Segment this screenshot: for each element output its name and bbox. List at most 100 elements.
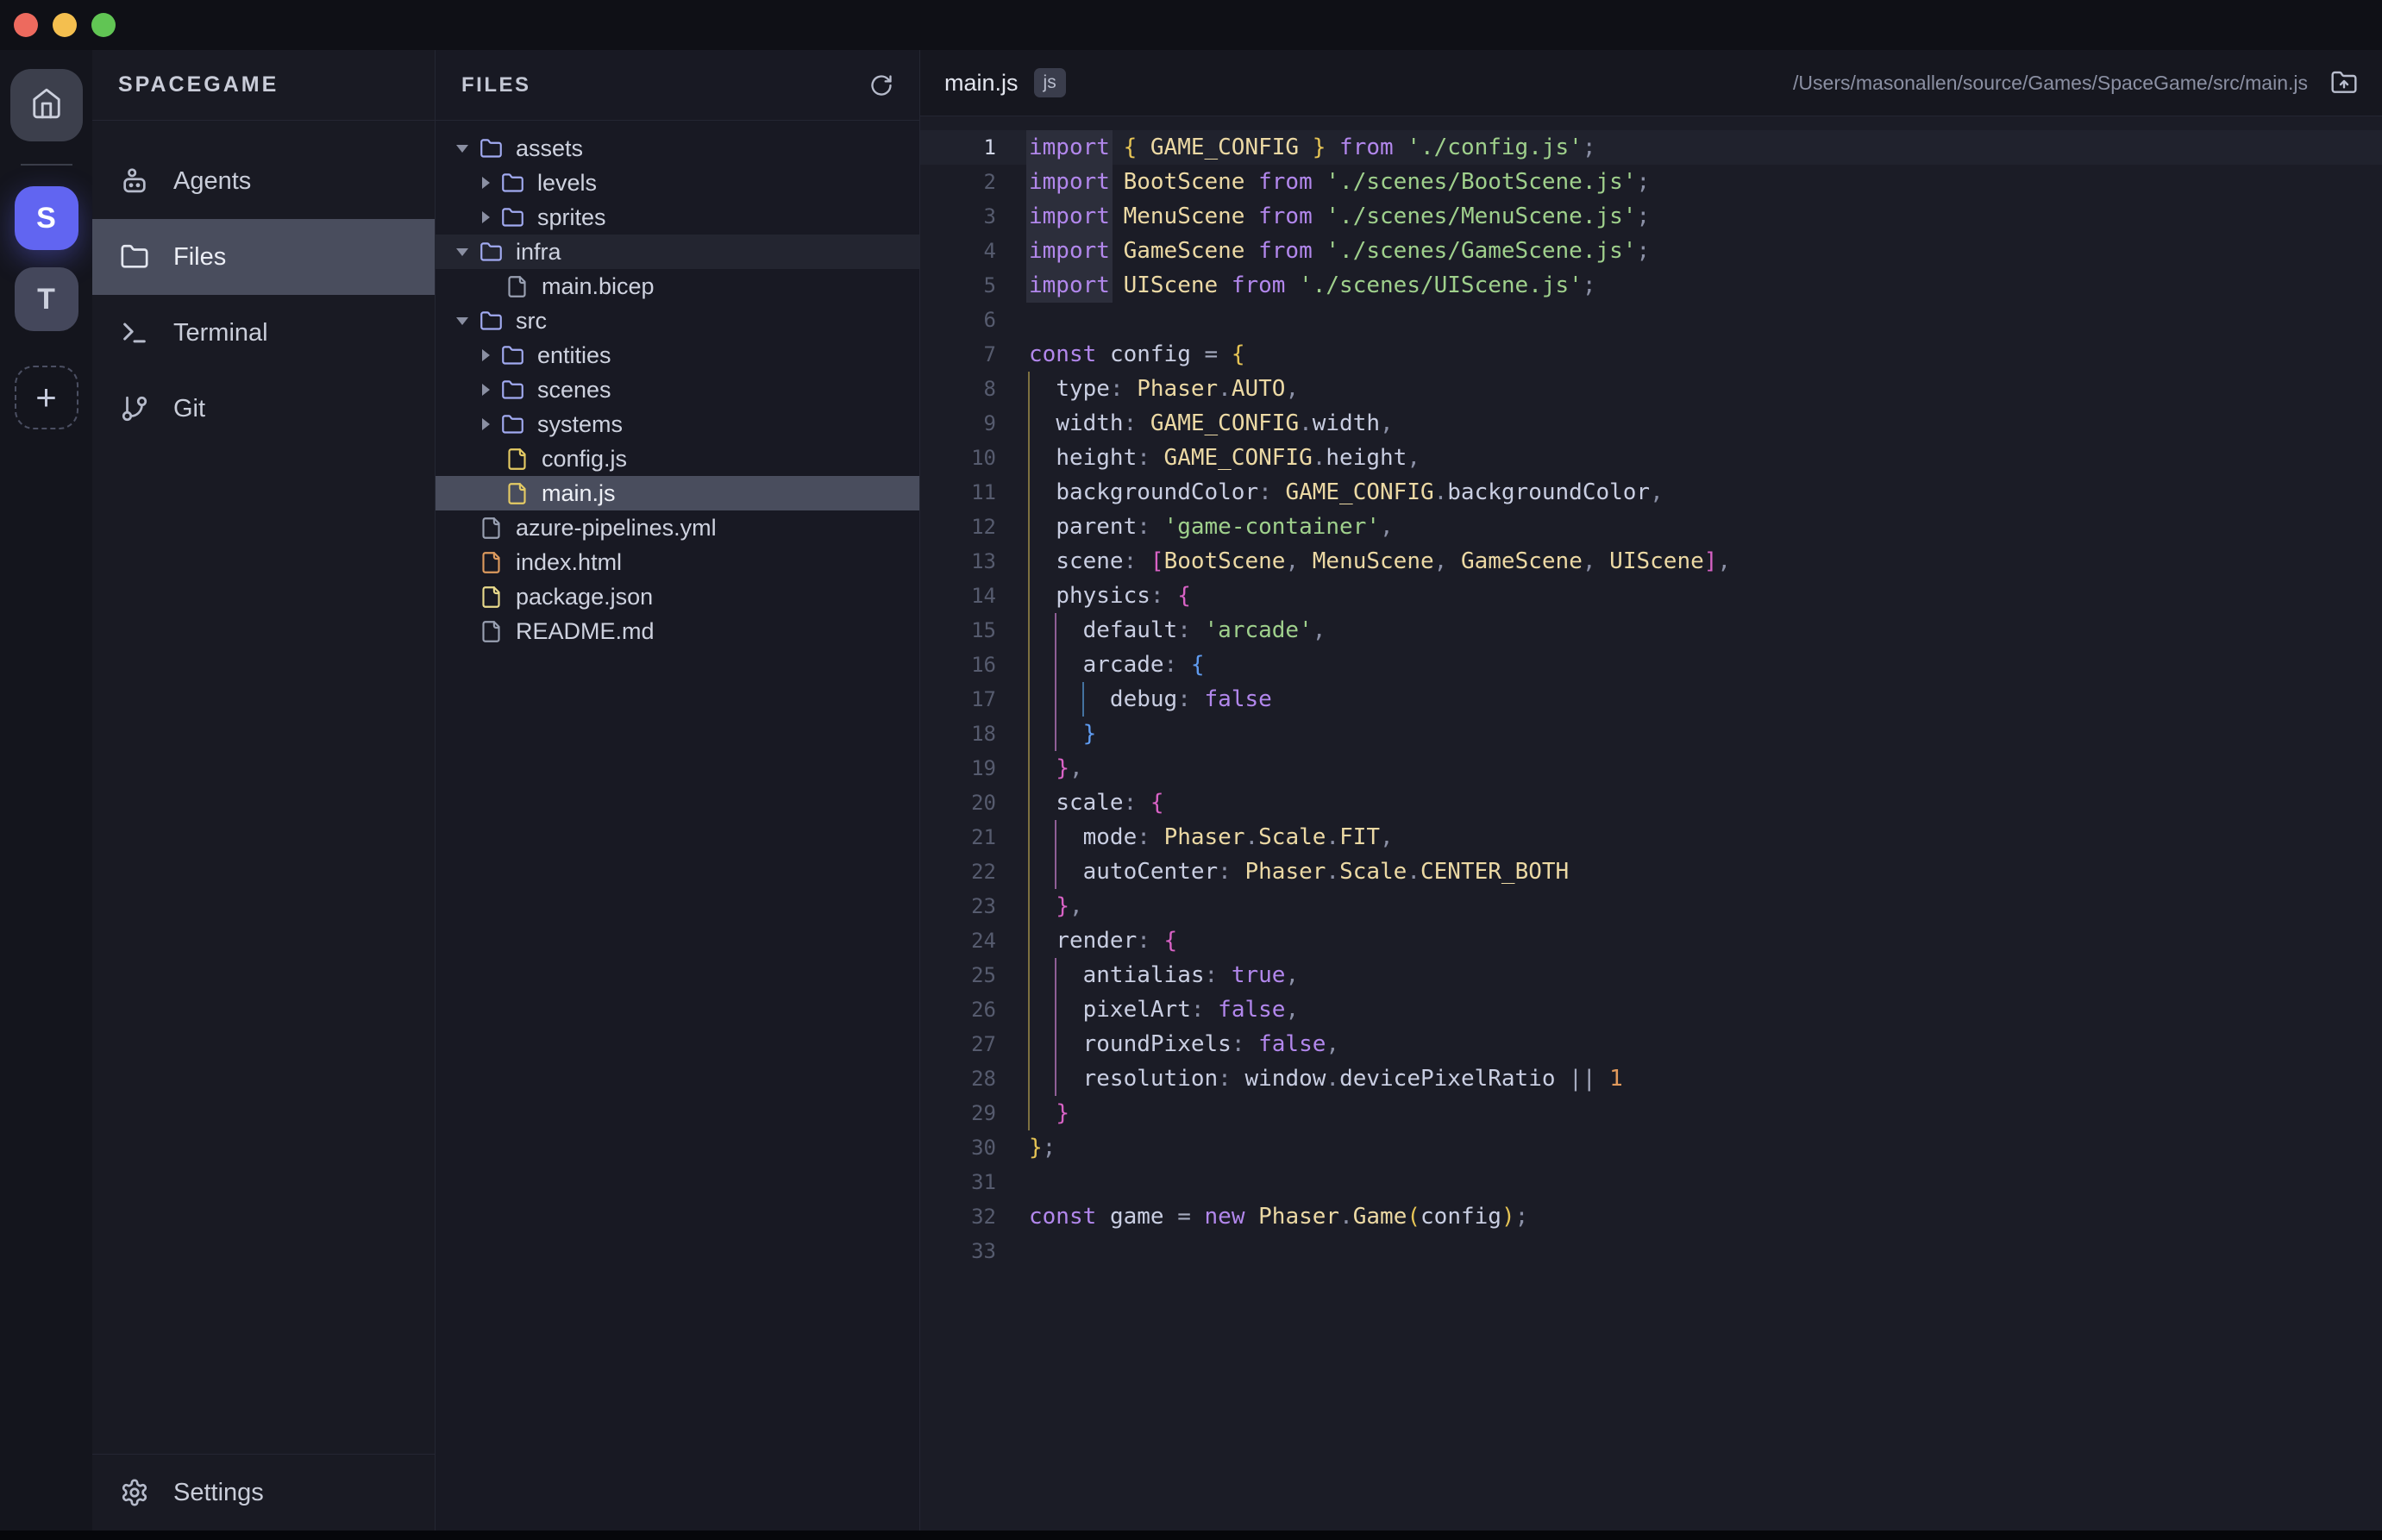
tree-item-README.md[interactable]: README.md [436, 614, 919, 648]
chevron-right-icon[interactable] [482, 211, 490, 223]
code-token: , [1407, 445, 1420, 471]
refresh-icon[interactable] [869, 73, 893, 97]
code-line-12[interactable]: 12 parent: 'game-container', [920, 510, 2382, 544]
code-line-8[interactable]: 8 type: Phaser.AUTO, [920, 372, 2382, 406]
code-line-5[interactable]: 5import UIScene from './scenes/UIScene.j… [920, 268, 2382, 303]
chevron-down-icon[interactable] [456, 317, 468, 325]
indent-guide [1055, 820, 1056, 855]
chevron-right-icon[interactable] [482, 418, 490, 430]
tree-item-scenes[interactable]: scenes [436, 372, 919, 407]
code-line-24[interactable]: 24 render: { [920, 923, 2382, 958]
occurrence-highlight-token: import [1026, 268, 1113, 303]
code-line-11[interactable]: 11 backgroundColor: GAME_CONFIG.backgrou… [920, 475, 2382, 510]
code-line-2[interactable]: 2import BootScene from './scenes/BootSce… [920, 165, 2382, 199]
code-line-27[interactable]: 27 roundPixels: false, [920, 1027, 2382, 1061]
code-line-13[interactable]: 13 scene: [BootScene, MenuScene, GameSce… [920, 544, 2382, 579]
tree-item-label: src [516, 308, 547, 335]
line-number: 25 [920, 958, 996, 992]
window-titlebar [0, 0, 2382, 50]
tree-item-main.js[interactable]: main.js [436, 476, 919, 510]
code-token [1244, 203, 1258, 229]
code-line-30[interactable]: 30}; [920, 1130, 2382, 1165]
code-line-21[interactable]: 21 mode: Phaser.Scale.FIT, [920, 820, 2382, 855]
tree-item-index.html[interactable]: index.html [436, 545, 919, 579]
folder-up-icon[interactable] [2330, 69, 2358, 97]
code-line-29[interactable]: 29 } [920, 1096, 2382, 1130]
code-editor[interactable]: 1import { GAME_CONFIG } from './config.j… [920, 116, 2382, 1268]
code-token [1285, 272, 1299, 298]
code-line-22[interactable]: 22 autoCenter: Phaser.Scale.CENTER_BOTH [920, 855, 2382, 889]
sidebar-item-settings[interactable]: Settings [92, 1455, 435, 1531]
chevron-right-icon[interactable] [482, 384, 490, 396]
zoom-button[interactable] [91, 13, 116, 37]
code-line-23[interactable]: 23 }, [920, 889, 2382, 923]
line-number: 29 [920, 1096, 996, 1130]
code-line-14[interactable]: 14 physics: { [920, 579, 2382, 613]
indent-guide [1028, 820, 1030, 855]
code-line-17[interactable]: 17 debug: false [920, 682, 2382, 717]
chevron-right-icon[interactable] [482, 177, 490, 189]
code-token: , [1069, 755, 1083, 781]
code-line-10[interactable]: 10 height: GAME_CONFIG.height, [920, 441, 2382, 475]
code-line-20[interactable]: 20 scale: { [920, 786, 2382, 820]
chevron-down-icon[interactable] [456, 145, 468, 153]
code-token: , [1650, 479, 1664, 505]
sidebar-item-git[interactable]: Git [92, 371, 435, 447]
tree-item-azure-pipelines.yml[interactable]: azure-pipelines.yml [436, 510, 919, 545]
code-line-25[interactable]: 25 antialias: true, [920, 958, 2382, 992]
code-token [1137, 410, 1150, 436]
code-line-33[interactable]: 33 [920, 1234, 2382, 1268]
code-line-6[interactable]: 6 [920, 303, 2382, 337]
code-token: } [1056, 893, 1069, 919]
code-line-3[interactable]: 3import MenuScene from './scenes/MenuSce… [920, 199, 2382, 234]
code-line-18[interactable]: 18 } [920, 717, 2382, 751]
tree-item-src[interactable]: src [436, 304, 919, 338]
tree-item-assets[interactable]: assets [436, 131, 919, 166]
sidebar-item-agents[interactable]: Agents [92, 143, 435, 219]
code-line-content: roundPixels: false, [1029, 1027, 1339, 1061]
chevron-right-icon[interactable] [482, 349, 490, 361]
code-line-28[interactable]: 28 resolution: window.devicePixelRatio |… [920, 1061, 2382, 1096]
tree-item-sprites[interactable]: sprites [436, 200, 919, 235]
add-workspace-button[interactable]: + [15, 366, 78, 429]
tree-item-entities[interactable]: entities [436, 338, 919, 372]
tab-filename[interactable]: main.js [944, 70, 1019, 97]
line-number: 31 [920, 1165, 996, 1199]
indent-guide [1055, 992, 1056, 1027]
workspace-button-t[interactable]: T [15, 267, 78, 331]
sidebar-item-files[interactable]: Files [92, 219, 435, 295]
tree-item-label: README.md [516, 618, 655, 645]
code-line-19[interactable]: 19 }, [920, 751, 2382, 786]
code-line-9[interactable]: 9 width: GAME_CONFIG.width, [920, 406, 2382, 441]
tree-item-levels[interactable]: levels [436, 166, 919, 200]
minimize-button[interactable] [53, 13, 77, 37]
code-line-16[interactable]: 16 arcade: { [920, 648, 2382, 682]
tree-item-infra[interactable]: infra [436, 235, 919, 269]
tree-item-main.bicep[interactable]: main.bicep [436, 269, 919, 304]
indent-guide [1055, 855, 1056, 889]
code-line-15[interactable]: 15 default: 'arcade', [920, 613, 2382, 648]
code-token: GameScene [1124, 238, 1245, 264]
sidebar-item-label: Files [173, 243, 226, 272]
code-line-1[interactable]: 1import { GAME_CONFIG } from './config.j… [920, 130, 2382, 165]
code-line-7[interactable]: 7const config = { [920, 337, 2382, 372]
code-token: window [1244, 1066, 1326, 1092]
close-button[interactable] [14, 13, 38, 37]
home-button[interactable] [10, 69, 83, 141]
tree-item-package.json[interactable]: package.json [436, 579, 919, 614]
code-line-31[interactable]: 31 [920, 1165, 2382, 1199]
code-token: backgroundColor [1056, 479, 1258, 505]
workspace-button-s[interactable]: S [15, 186, 78, 250]
tree-item-systems[interactable]: systems [436, 407, 919, 441]
code-line-32[interactable]: 32const game = new Phaser.Game(config); [920, 1199, 2382, 1234]
chevron-down-icon[interactable] [456, 248, 468, 256]
tree-item-config.js[interactable]: config.js [436, 441, 919, 476]
code-line-26[interactable]: 26 pixelArt: false, [920, 992, 2382, 1027]
sidebar-item-terminal[interactable]: Terminal [92, 295, 435, 371]
code-line-content: debug: false [1029, 682, 1272, 717]
code-token [1218, 341, 1232, 367]
code-token: BootScene [1164, 548, 1286, 574]
code-line-4[interactable]: 4import GameScene from './scenes/GameSce… [920, 234, 2382, 268]
code-token: autoCenter [1083, 859, 1219, 885]
indent-guide [1082, 682, 1084, 717]
